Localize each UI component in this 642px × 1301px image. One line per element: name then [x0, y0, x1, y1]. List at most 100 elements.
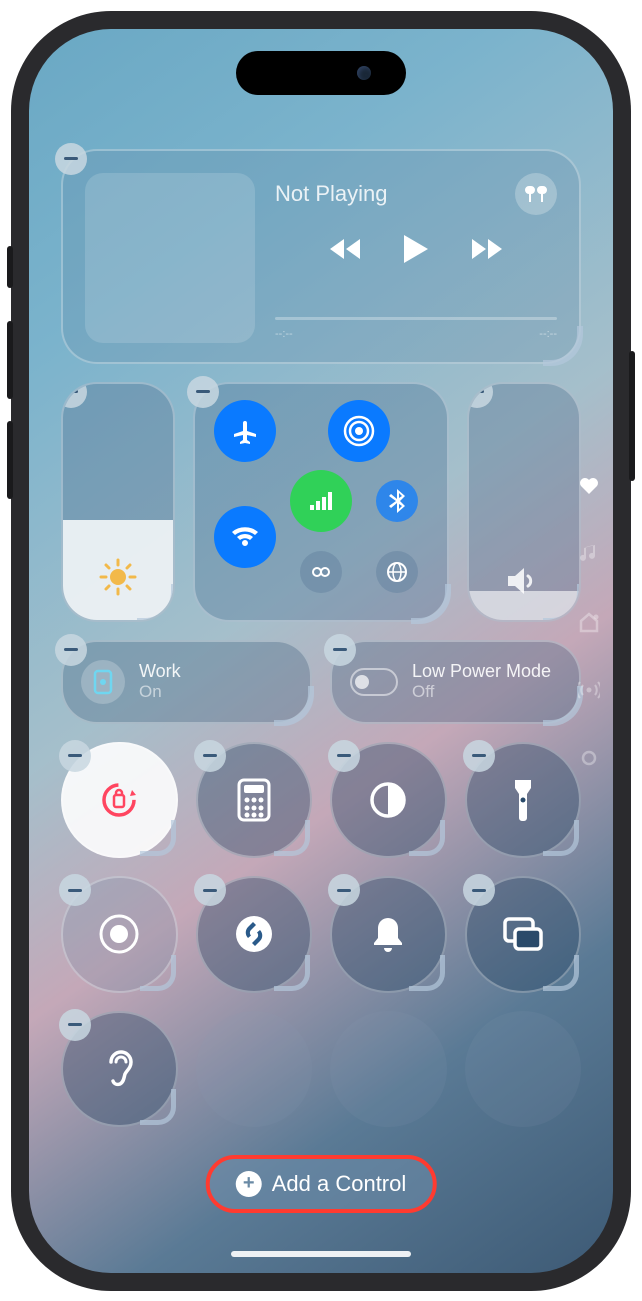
add-control-button[interactable]: + Add a Control [206, 1155, 437, 1213]
progress-bar[interactable] [275, 317, 557, 320]
orientation-lock-icon [97, 778, 141, 822]
home-indicator[interactable] [231, 1251, 411, 1257]
side-button-volume-up [7, 321, 13, 399]
dark-mode-icon [368, 780, 408, 820]
airdrop-icon [343, 415, 375, 447]
remove-button[interactable] [328, 874, 360, 906]
remove-button[interactable] [194, 740, 226, 772]
speaker-icon [506, 566, 542, 596]
empty-slot[interactable] [465, 1011, 582, 1128]
focus-title: Work [139, 661, 181, 683]
media-title: Not Playing [275, 181, 388, 207]
circle-icon[interactable] [577, 746, 601, 770]
resize-handle[interactable] [137, 584, 175, 622]
page-indicators [577, 474, 601, 770]
hearing-control[interactable] [61, 1011, 178, 1128]
resize-handle[interactable] [274, 686, 314, 726]
flashlight-control[interactable] [465, 742, 582, 859]
iphone-frame: Not Playing --:-- --:- [11, 11, 631, 1291]
remove-button[interactable] [61, 382, 87, 408]
album-art-placeholder [85, 173, 255, 343]
remove-button[interactable] [463, 740, 495, 772]
flashlight-icon [511, 778, 535, 822]
empty-slot[interactable] [196, 1011, 313, 1128]
remove-button[interactable] [55, 634, 87, 666]
radio-tower-icon[interactable] [577, 678, 601, 702]
sun-icon [99, 558, 137, 596]
remove-button[interactable] [324, 634, 356, 666]
airpods-icon [524, 184, 548, 204]
orientation-lock-control[interactable] [61, 742, 178, 859]
resize-handle[interactable] [274, 955, 310, 991]
remove-button[interactable] [59, 740, 91, 772]
empty-slot[interactable] [330, 1011, 447, 1128]
audio-output-button[interactable] [515, 173, 557, 215]
volume-slider[interactable] [467, 382, 581, 622]
resize-handle[interactable] [411, 584, 451, 624]
music-note-icon[interactable] [577, 542, 601, 566]
resize-handle[interactable] [274, 820, 310, 856]
resize-handle[interactable] [140, 955, 176, 991]
resize-handle[interactable] [543, 584, 581, 622]
screen: Not Playing --:-- --:- [29, 29, 613, 1273]
resize-handle[interactable] [543, 326, 583, 366]
wifi-toggle[interactable] [214, 506, 276, 568]
cellular-icon [309, 491, 333, 511]
airdrop-toggle[interactable] [328, 400, 390, 462]
dark-mode-control[interactable] [330, 742, 447, 859]
remove-button[interactable] [328, 740, 360, 772]
globe-icon [386, 561, 408, 583]
resize-handle[interactable] [140, 1089, 176, 1125]
home-icon[interactable] [577, 610, 601, 634]
connectivity-module[interactable] [193, 382, 449, 622]
cellular-toggle[interactable] [290, 470, 352, 532]
low-power-module[interactable]: Low Power Mode Off [330, 640, 581, 724]
shazam-icon [234, 914, 274, 954]
wifi-icon [229, 524, 261, 550]
forward-icon[interactable] [470, 237, 504, 261]
shazam-control[interactable] [196, 876, 313, 993]
remove-button[interactable] [463, 874, 495, 906]
remove-button[interactable] [187, 376, 219, 408]
rewind-icon[interactable] [328, 237, 362, 261]
focus-status: On [139, 682, 181, 702]
bluetooth-toggle[interactable] [376, 480, 418, 522]
hotspot-toggle[interactable] [300, 551, 342, 593]
remove-button[interactable] [194, 874, 226, 906]
airplane-icon [230, 416, 260, 446]
focus-work-icon [81, 660, 125, 704]
screen-record-control[interactable] [61, 876, 178, 993]
brightness-slider[interactable] [61, 382, 175, 622]
focus-module[interactable]: Work On [61, 640, 312, 724]
resize-handle[interactable] [543, 820, 579, 856]
media-playback-module[interactable]: Not Playing --:-- --:- [61, 149, 581, 364]
hotspot-icon [309, 563, 333, 581]
plus-icon: + [236, 1171, 262, 1197]
rectangles-icon [502, 916, 544, 952]
dynamic-island [236, 51, 406, 95]
calculator-icon [237, 778, 271, 822]
bell-icon [370, 914, 406, 954]
battery-toggle-icon [350, 668, 398, 696]
low-power-status: Off [412, 682, 551, 702]
resize-handle[interactable] [140, 820, 176, 856]
calculator-control[interactable] [196, 742, 313, 859]
play-icon[interactable] [402, 233, 430, 265]
remove-button[interactable] [59, 1009, 91, 1041]
side-button-power [629, 351, 635, 481]
heart-icon[interactable] [577, 474, 601, 498]
screen-mirroring-control[interactable] [465, 876, 582, 993]
remove-button[interactable] [59, 874, 91, 906]
screen-record-icon [98, 913, 140, 955]
resize-handle[interactable] [543, 955, 579, 991]
remove-button[interactable] [467, 382, 493, 408]
bluetooth-icon [389, 489, 405, 513]
remove-button[interactable] [55, 143, 87, 175]
side-button-silent [7, 246, 13, 288]
add-control-label: Add a Control [272, 1171, 407, 1197]
silent-mode-control[interactable] [330, 876, 447, 993]
resize-handle[interactable] [409, 955, 445, 991]
control-center-edit: Not Playing --:-- --:- [29, 29, 613, 1273]
resize-handle[interactable] [409, 820, 445, 856]
airplane-mode-toggle[interactable] [214, 400, 276, 462]
